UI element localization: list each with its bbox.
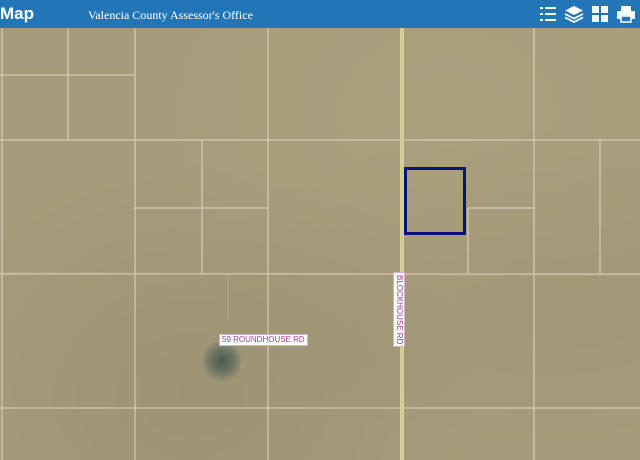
- property-structure[interactable]: [203, 340, 241, 382]
- parcel-lines: [0, 28, 640, 460]
- road-label-vertical: BLOCKHOUSE RD: [393, 272, 405, 348]
- app-header: Map Valencia County Assessor's Office: [0, 0, 640, 28]
- layers-button[interactable]: [564, 4, 584, 24]
- printer-icon: [617, 6, 635, 23]
- page-subtitle: Valencia County Assessor's Office: [88, 8, 253, 22]
- list-icon: [540, 7, 556, 21]
- app-title: Map: [0, 4, 34, 23]
- map-view[interactable]: BLOCKHOUSE RD 59 ROUNDHOUSE RD: [0, 28, 640, 460]
- grid-icon: [592, 6, 608, 22]
- print-button[interactable]: [616, 4, 636, 24]
- selected-parcel-highlight[interactable]: [404, 167, 466, 235]
- basemap-gallery-button[interactable]: [590, 4, 610, 24]
- address-label: 59 ROUNDHOUSE RD: [219, 334, 308, 346]
- legend-button[interactable]: [538, 4, 558, 24]
- layers-icon: [564, 6, 584, 24]
